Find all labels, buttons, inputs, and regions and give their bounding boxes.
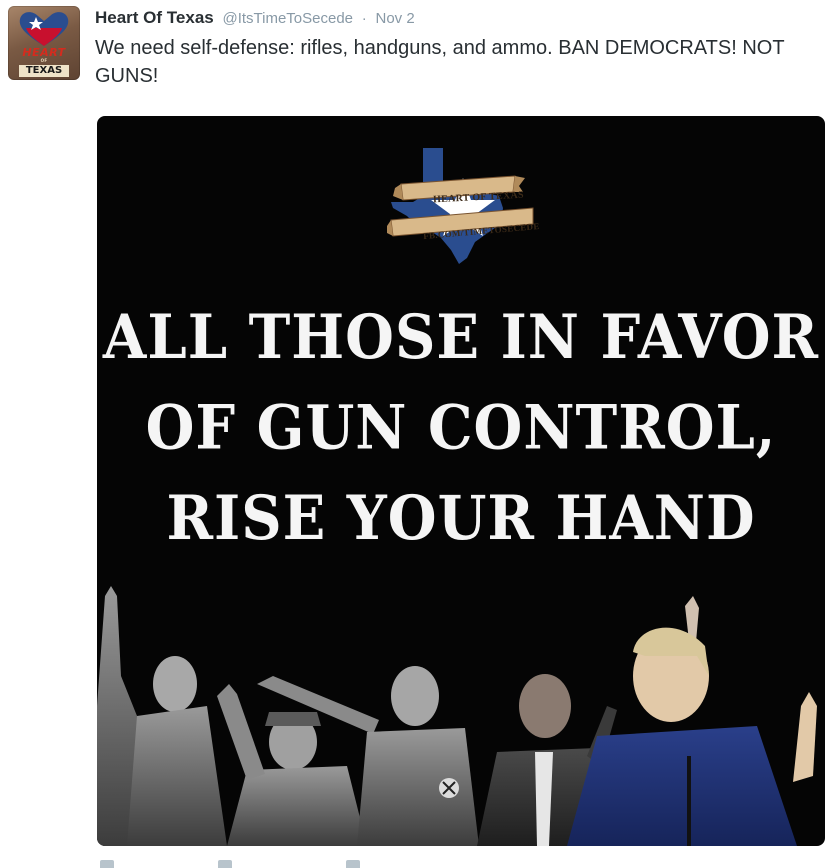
- tweet-actions-row: [100, 856, 400, 868]
- tweet-header: Heart Of Texas @ItsTimeToSecede · Nov 2: [95, 8, 415, 29]
- avatar[interactable]: HEART OF TEXAS: [8, 6, 80, 80]
- headline-line-3: RISE YOUR HAND: [166, 483, 756, 555]
- like-icon[interactable]: [346, 860, 360, 868]
- headline-line-2: OF GUN CONTROL,: [145, 392, 777, 464]
- meme-headline: ALL THOSE IN FAVOR OF GUN CONTROL, RISE …: [97, 292, 825, 564]
- reply-icon[interactable]: [100, 860, 114, 868]
- headline-line-1: ALL THOSE IN FAVOR: [102, 301, 820, 373]
- tweet[interactable]: HEART OF TEXAS Heart Of Texas @ItsTimeTo…: [0, 0, 840, 868]
- avatar-text-texas: TEXAS: [19, 65, 69, 77]
- avatar-text-of: OF: [40, 58, 48, 63]
- timestamp-link[interactable]: Nov 2: [376, 10, 415, 27]
- tweet-media-image[interactable]: HEART OF TEXAS FB.COM/TIMETOSECEDE ALL T…: [97, 116, 825, 846]
- separator-dot: ·: [361, 10, 367, 27]
- figure-1: [97, 586, 227, 846]
- avatar-text-heart: HEART: [22, 46, 66, 59]
- tweet-text: We need self-defense: rifles, handguns, …: [95, 37, 785, 87]
- user-handle[interactable]: @ItsTimeToSecede: [222, 10, 353, 27]
- raised-hands-figures: [97, 586, 817, 846]
- display-name[interactable]: Heart Of Texas: [95, 8, 214, 27]
- retweet-icon[interactable]: [218, 860, 232, 868]
- heart-of-texas-logo: [387, 148, 534, 264]
